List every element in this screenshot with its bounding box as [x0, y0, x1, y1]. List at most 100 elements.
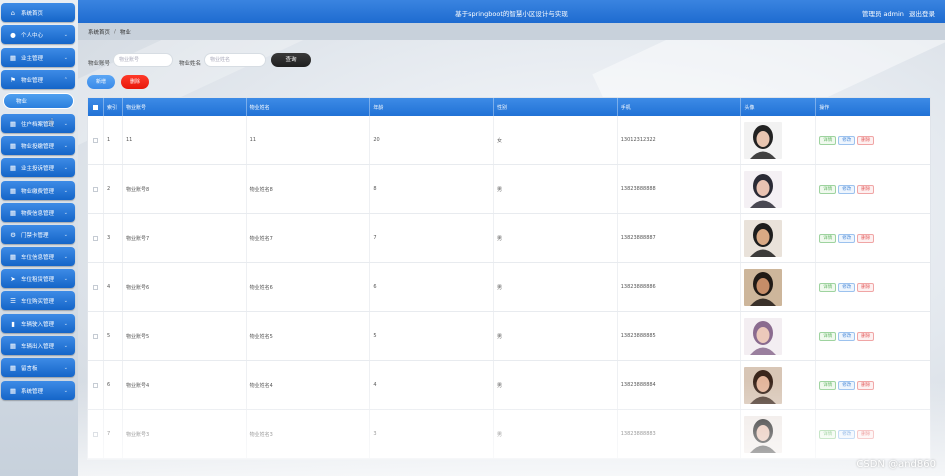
row-checkbox[interactable] [88, 410, 104, 458]
delete-button[interactable]: 删除 [857, 331, 875, 341]
cell-phone: 13823888883 [618, 410, 742, 458]
delete-button[interactable]: 删除 [857, 135, 875, 145]
cell-avatar [741, 165, 817, 213]
row-checkbox[interactable] [88, 263, 104, 311]
chevron-down-icon: ⌄ [63, 209, 68, 216]
app-title: 基于springboot的智慧小区设计与实现 [455, 10, 568, 18]
sidebar-item-resident-archive[interactable]: ▦ 住户档案管理 ⌄ [1, 114, 75, 133]
cell-actions: 详情 修改 删除 [816, 165, 930, 213]
sidebar-item-system[interactable]: ▦ 系统管理 ⌄ [1, 381, 75, 400]
sidebar-subitem-label: 物业 [16, 99, 28, 105]
edit-button[interactable]: 修改 [838, 331, 856, 341]
sidebar-item-vehicle-entry[interactable]: ▮ 车辆驶入管理 ⌄ [1, 314, 75, 333]
grid-icon: ▦ [9, 386, 17, 395]
sidebar-item-complaints[interactable]: ▦ 业主投诉管理 ⌄ [1, 158, 75, 177]
cell-account: 物业账号3 [123, 410, 247, 458]
sidebar-item-home[interactable]: ⌂ 系统首页 [1, 3, 75, 22]
row-checkbox[interactable] [88, 116, 104, 164]
checkbox-icon [92, 333, 98, 339]
detail-button[interactable]: 详情 [819, 184, 837, 194]
cell-name: 物业姓名4 [247, 361, 371, 409]
edit-button[interactable]: 修改 [838, 282, 856, 292]
batch-delete-button[interactable]: 删除 [121, 75, 149, 89]
sidebar-item-message-board[interactable]: ▦ 留言板 ⌄ [1, 358, 75, 377]
row-checkbox[interactable] [88, 165, 104, 213]
breadcrumb: 系统首页 / 物业 [78, 23, 945, 40]
cell-avatar [741, 312, 817, 360]
sidebar-item-fee-info[interactable]: ▦ 物费信息管理 ⌄ [1, 203, 75, 222]
checkbox-icon [92, 235, 98, 241]
sidebar-item-profile[interactable]: ● 个人中心 ⌄ [1, 25, 75, 44]
sidebar-item-label: 系统管理 [21, 388, 44, 395]
sidebar-item-owners[interactable]: ▦ 业主管理 ⌄ [1, 48, 75, 67]
edit-button[interactable]: 修改 [838, 184, 856, 194]
cell-gender: 男 [494, 410, 618, 458]
account-search-input[interactable] [113, 53, 173, 67]
sidebar-item-property-payment[interactable]: ▦ 物业投缴管理 ⌄ [1, 136, 75, 155]
avatar[interactable] [744, 366, 783, 404]
cell-age: 4 [370, 361, 495, 409]
chevron-down-icon: ⌄ [63, 31, 68, 38]
row-checkbox[interactable] [88, 312, 104, 360]
delete-button[interactable]: 删除 [857, 282, 875, 292]
name-search-input[interactable] [204, 53, 266, 67]
detail-button[interactable]: 详情 [819, 233, 837, 243]
edit-button[interactable]: 修改 [838, 380, 856, 390]
breadcrumb-home[interactable]: 系统首页 [88, 28, 110, 36]
sidebar-item-parking-info[interactable]: ▦ 车位信息管理 ⌄ [1, 247, 75, 266]
sidebar-item-property[interactable]: ⚑ 物业管理 ⌃ [1, 70, 75, 89]
add-button[interactable]: 新增 [87, 75, 115, 89]
avatar[interactable] [744, 268, 783, 306]
cell-name: 物业姓名8 [247, 165, 371, 213]
cell-age: 20 [370, 116, 495, 164]
grid-icon: ▦ [9, 163, 17, 172]
detail-button[interactable]: 详情 [819, 429, 837, 439]
chevron-down-icon: ⌄ [63, 187, 68, 194]
cell-actions: 详情 修改 删除 [816, 361, 930, 409]
edit-button[interactable]: 修改 [838, 233, 856, 243]
column-header-actions: 操作 [819, 104, 830, 111]
delete-button[interactable]: 删除 [857, 429, 875, 439]
sidebar-item-fee-payment[interactable]: ▦ 物业缴费管理 ⌄ [1, 181, 75, 200]
checkbox-icon [92, 284, 98, 290]
sidebar-item-parking-purchase[interactable]: ☰ 车位购买管理 ⌄ [1, 291, 75, 310]
grid-icon: ▦ [9, 252, 17, 261]
table-row: 6 物业账号4 物业姓名4 4 男 13823888884 详情 修改 删除 [88, 361, 930, 410]
avatar[interactable] [744, 415, 783, 453]
avatar[interactable] [744, 170, 783, 208]
avatar[interactable] [744, 317, 783, 355]
sidebar-item-vehicle-inout[interactable]: ▦ 车辆出入管理 ⌄ [1, 336, 75, 355]
delete-button[interactable]: 删除 [857, 380, 875, 390]
select-all-checkbox[interactable] [88, 98, 104, 116]
cell-avatar [741, 116, 817, 164]
cell-age: 8 [370, 165, 495, 213]
query-button[interactable]: 查询 [271, 53, 311, 67]
sidebar-subitem-property[interactable]: 物业 [3, 93, 74, 109]
avatar[interactable] [744, 219, 783, 257]
row-checkbox[interactable] [88, 214, 104, 262]
edit-button[interactable]: 修改 [838, 429, 856, 439]
detail-button[interactable]: 详情 [819, 380, 837, 390]
cell-name: 物业姓名7 [247, 214, 371, 262]
detail-button[interactable]: 详情 [819, 135, 837, 145]
detail-button[interactable]: 详情 [819, 282, 837, 292]
cell-account: 物业账号8 [123, 165, 247, 213]
avatar[interactable] [744, 121, 783, 159]
edit-button[interactable]: 修改 [838, 135, 856, 145]
cell-phone: 13823888888 [618, 165, 742, 213]
sidebar-item-access-card[interactable]: ⚙ 门禁卡管理 ⌄ [1, 225, 75, 244]
chevron-down-icon: ⌄ [63, 54, 68, 61]
chevron-up-icon: ⌃ [63, 76, 68, 83]
logout-link[interactable]: 退出登录 [909, 10, 935, 18]
delete-button[interactable]: 删除 [857, 233, 875, 243]
chevron-down-icon: ⌄ [63, 342, 68, 349]
sidebar-item-parking-lease[interactable]: ➤ 车位租赁管理 ⌄ [1, 269, 75, 288]
user-icon: ● [10, 30, 16, 39]
row-checkbox[interactable] [88, 361, 104, 409]
cell-age: 3 [370, 410, 495, 458]
detail-button[interactable]: 详情 [819, 331, 837, 341]
delete-button[interactable]: 删除 [857, 184, 875, 194]
sidebar: ⌂ 系统首页 ● 个人中心 ⌄ ▦ 业主管理 ⌄ ⚑ 物业管理 ⌃ 物业 ▦ 住… [0, 0, 78, 476]
cell-account: 物业账号7 [123, 214, 247, 262]
column-header-avatar: 头像 [741, 98, 817, 116]
